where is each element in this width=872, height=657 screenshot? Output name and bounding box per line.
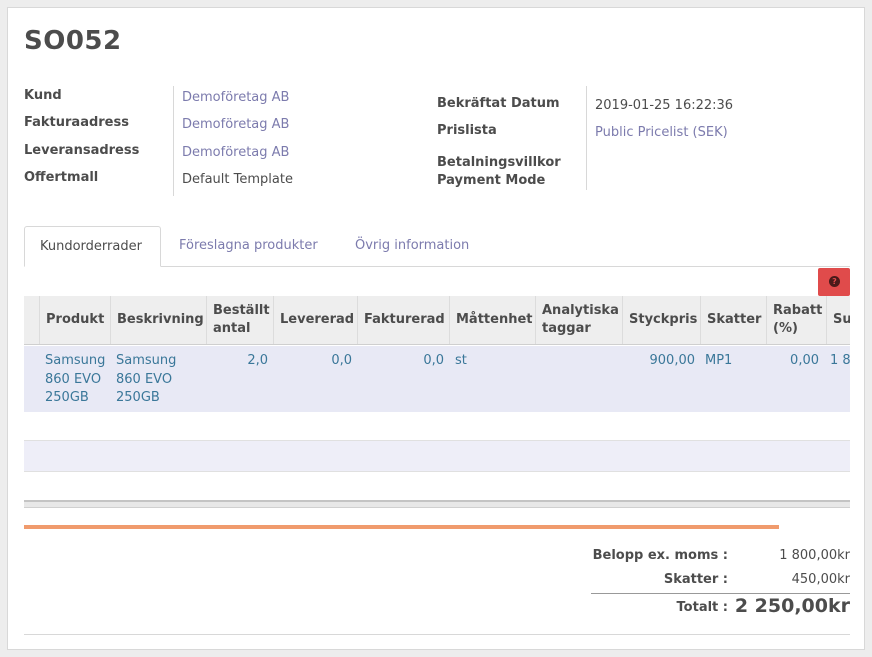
help-button[interactable]: ? bbox=[818, 268, 850, 296]
total-value: 2 250,00kr bbox=[734, 595, 850, 617]
totals-divider bbox=[591, 593, 850, 594]
progress-bar bbox=[24, 525, 779, 529]
cell-description[interactable]: Samsung 860 EVO 250GB bbox=[112, 346, 204, 408]
cell-discount[interactable]: 0,00 bbox=[766, 346, 823, 371]
taxes-label: Skatter : bbox=[663, 572, 728, 587]
quotation-template-value: Default Template bbox=[182, 172, 293, 187]
cell-uom[interactable]: st bbox=[451, 346, 531, 371]
untaxed-amount-value: 1 800,00kr bbox=[779, 548, 850, 563]
payment-mode-label: Payment Mode bbox=[437, 173, 546, 188]
pricelist-label: Prislista bbox=[437, 123, 497, 138]
column-header-discount[interactable]: Rabatt (%) bbox=[766, 296, 826, 344]
column-header-invoiced[interactable]: Fakturerad bbox=[357, 296, 449, 344]
tab-other-info[interactable]: Övrig information bbox=[340, 226, 484, 266]
cell-delivered[interactable]: 0,0 bbox=[273, 346, 356, 371]
customer-link[interactable]: Demoföretag AB bbox=[182, 90, 289, 105]
field-separator-right bbox=[586, 86, 587, 190]
table-row-empty bbox=[24, 412, 850, 441]
cell-analytic-tags[interactable] bbox=[537, 346, 617, 352]
tab-order-lines[interactable]: Kundorderrader bbox=[24, 226, 161, 267]
table-row[interactable]: Samsung 860 EVO 250GB Samsung 860 EVO 25… bbox=[24, 346, 850, 413]
column-header-analytic-tags[interactable]: Analytiska taggar bbox=[535, 296, 622, 344]
quotation-template-label: Offertmall bbox=[24, 170, 99, 185]
tab-optional-products[interactable]: Föreslagna produkter bbox=[164, 226, 333, 266]
column-header-taxes[interactable]: Skatter bbox=[700, 296, 766, 344]
order-lines-table: Produkt Beskrivning Beställt antal Lever… bbox=[24, 296, 850, 512]
pricelist-link[interactable]: Public Pricelist (SEK) bbox=[595, 125, 728, 140]
table-row-empty bbox=[24, 441, 850, 472]
table-header: Produkt Beskrivning Beställt antal Lever… bbox=[24, 296, 850, 345]
column-header-description[interactable]: Beskrivning bbox=[110, 296, 206, 344]
cell-unit-price[interactable]: 900,00 bbox=[622, 346, 699, 371]
column-header-delivered[interactable]: Levererad bbox=[273, 296, 357, 344]
delivery-address-link[interactable]: Demoföretag AB bbox=[182, 145, 289, 160]
cell-subtotal[interactable]: 1 8 bbox=[826, 346, 850, 371]
page-title: SO052 bbox=[24, 26, 122, 56]
column-header-subtotal[interactable]: Sul bbox=[826, 296, 850, 344]
table-row-empty bbox=[24, 472, 850, 500]
invoice-address-link[interactable]: Demoföretag AB bbox=[182, 117, 289, 132]
cell-ordered-qty[interactable]: 2,0 bbox=[206, 346, 272, 371]
cell-product[interactable]: Samsung 860 EVO 250GB bbox=[41, 346, 110, 408]
notebook-tabs: Kundorderrader Föreslagna produkter Övri… bbox=[24, 226, 850, 267]
cell-taxes[interactable]: MP1 bbox=[701, 346, 763, 371]
confirmation-date-value: 2019-01-25 16:22:36 bbox=[595, 98, 734, 113]
column-header-unit-price[interactable]: Styckpris bbox=[622, 296, 700, 344]
field-separator-left bbox=[173, 86, 174, 196]
delivery-address-label: Leveransadress bbox=[24, 143, 140, 158]
column-header-ordered-qty[interactable]: Beställt antal bbox=[206, 296, 273, 344]
customer-label: Kund bbox=[24, 88, 62, 103]
question-icon: ? bbox=[829, 276, 840, 287]
invoice-address-label: Fakturaadress bbox=[24, 115, 129, 130]
taxes-value: 450,00kr bbox=[791, 572, 850, 587]
bottom-divider bbox=[24, 634, 850, 635]
confirmation-date-label: Bekräftat Datum bbox=[437, 96, 560, 111]
column-header-product[interactable]: Produkt bbox=[39, 296, 110, 344]
payment-terms-label: Betalningsvillkor bbox=[437, 155, 561, 170]
row-handle-header bbox=[24, 296, 39, 344]
sales-order-form: SO052 Kund Demoföretag AB Fakturaadress … bbox=[7, 7, 865, 650]
untaxed-amount-label: Belopp ex. moms : bbox=[592, 548, 728, 563]
table-footer bbox=[24, 500, 850, 508]
column-header-uom[interactable]: Måttenhet bbox=[449, 296, 535, 344]
cell-invoiced[interactable]: 0,0 bbox=[357, 346, 448, 371]
